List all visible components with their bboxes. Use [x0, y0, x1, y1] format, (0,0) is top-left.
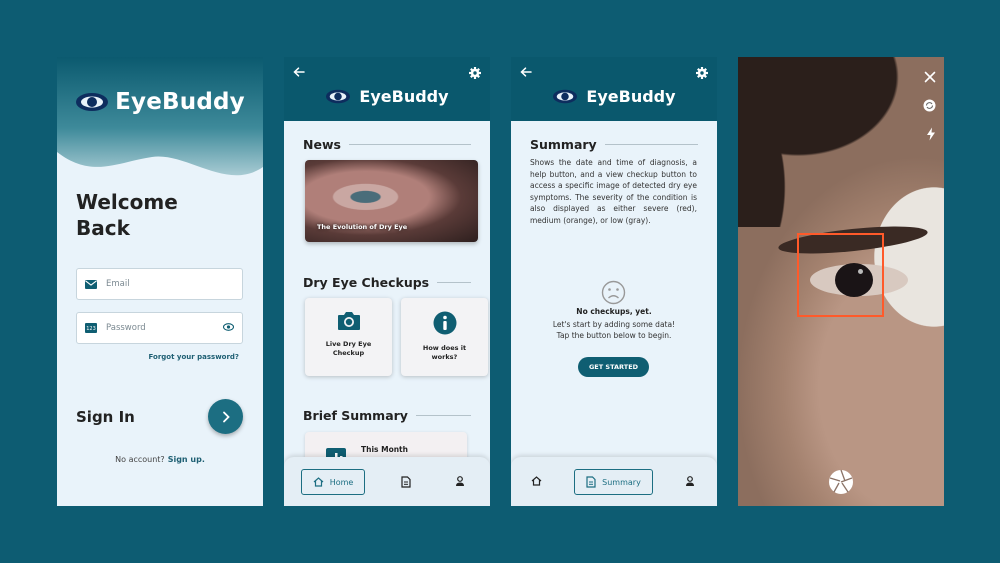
eye-icon[interactable] [223, 323, 234, 331]
checkups-section-title: Dry Eye Checkups [303, 275, 471, 290]
flash-icon[interactable] [926, 127, 936, 141]
welcome-line-1: Welcome [76, 190, 178, 214]
news-card[interactable]: The Evolution of Dry Eye [305, 160, 478, 242]
how-it-works-label: How does it works? [422, 344, 467, 361]
email-placeholder: Email [106, 279, 130, 289]
home-icon[interactable] [531, 476, 542, 486]
brand-name: EyeBuddy [115, 89, 245, 115]
eye-logo-icon [553, 89, 578, 104]
document-icon [586, 476, 596, 488]
how-it-works-card[interactable]: How does it works? [401, 298, 488, 376]
header-wave [57, 57, 263, 176]
nav-home-button[interactable]: Home [301, 469, 365, 495]
flip-camera-icon[interactable] [923, 99, 936, 112]
empty-state-title: No checkups, yet. [576, 307, 652, 316]
eye-detection-box [797, 233, 884, 317]
brand-logo: EyeBuddy [284, 87, 490, 106]
nav-summary-button[interactable]: Summary [574, 469, 653, 495]
password-placeholder: Password [106, 323, 146, 333]
bottom-navigation: Home [284, 457, 490, 506]
gear-icon[interactable] [696, 67, 708, 79]
divider [348, 144, 471, 145]
signup-prompt: No account? Sign up. [57, 455, 263, 464]
welcome-line-2: Back [76, 216, 130, 240]
empty-state-message: Let's start by adding some data! Tap the… [511, 319, 717, 341]
svg-text:123: 123 [86, 326, 96, 332]
login-screen: EyeBuddy Welcome Back Email 123 Password… [57, 57, 263, 506]
person-icon[interactable] [455, 476, 465, 487]
empty-state-line-1: Let's start by adding some data! [552, 320, 676, 329]
password-field[interactable]: 123 Password [76, 312, 243, 344]
chevron-right-icon [222, 411, 230, 422]
brand-name: EyeBuddy [359, 87, 449, 106]
divider [604, 144, 698, 145]
home-icon [313, 477, 324, 487]
no-account-text: No account? [115, 455, 165, 464]
person-icon[interactable] [685, 476, 695, 487]
sign-in-button[interactable] [208, 399, 243, 434]
info-icon [433, 311, 456, 335]
summary-section-title: Summary [530, 137, 698, 152]
divider [437, 282, 471, 283]
news-title: News [303, 137, 341, 152]
app-bar: EyeBuddy [511, 57, 717, 121]
back-arrow-icon[interactable] [520, 67, 532, 77]
email-field[interactable]: Email [76, 268, 243, 300]
summary-screen: EyeBuddy Summary Shows the date and time… [511, 57, 717, 506]
news-section-title: News [303, 137, 471, 152]
nav-summary-label: Summary [602, 477, 641, 487]
shutter-icon[interactable] [828, 469, 854, 495]
numeric-123-icon: 123 [85, 323, 97, 333]
document-icon[interactable] [401, 476, 411, 488]
app-bar: EyeBuddy [284, 57, 490, 121]
nav-home-label: Home [329, 477, 354, 487]
mail-icon [85, 279, 97, 289]
sign-up-link[interactable]: Sign up. [168, 455, 205, 464]
camera-screen [738, 57, 944, 506]
back-arrow-icon[interactable] [293, 67, 305, 77]
camera-preview-hair [738, 57, 944, 227]
sad-face-icon [601, 280, 626, 305]
bottom-navigation: Summary [511, 457, 717, 506]
eye-logo-icon [326, 89, 351, 104]
live-checkup-card[interactable]: Live Dry Eye Checkup [305, 298, 392, 376]
live-checkup-label: Live Dry Eye Checkup [325, 340, 372, 357]
home-screen: EyeBuddy News The Evolution of Dry Eye D… [284, 57, 490, 506]
divider [415, 415, 471, 416]
close-icon[interactable] [924, 71, 936, 83]
camera-icon [337, 312, 360, 330]
checkups-title: Dry Eye Checkups [303, 275, 430, 290]
forgot-password-link[interactable]: Forgot your password? [149, 353, 239, 361]
brief-summary-section-title: Brief Summary [303, 408, 471, 423]
news-caption: The Evolution of Dry Eye [317, 223, 408, 231]
gear-icon[interactable] [469, 67, 481, 79]
welcome-heading: Welcome Back [76, 189, 246, 241]
brief-summary-item: This Month [361, 445, 408, 454]
brand-logo: EyeBuddy [57, 89, 263, 115]
eye-logo-icon [76, 93, 109, 111]
brief-summary-title: Brief Summary [303, 408, 408, 423]
get-started-button[interactable]: GET STARTED [578, 357, 649, 377]
sign-in-heading: Sign In [76, 408, 135, 426]
brand-logo: EyeBuddy [511, 87, 717, 106]
summary-description: Shows the date and time of diagnosis, a … [530, 158, 697, 225]
summary-title: Summary [530, 137, 597, 152]
brand-name: EyeBuddy [586, 87, 676, 106]
empty-state-line-2: Tap the button below to begin. [556, 331, 672, 340]
